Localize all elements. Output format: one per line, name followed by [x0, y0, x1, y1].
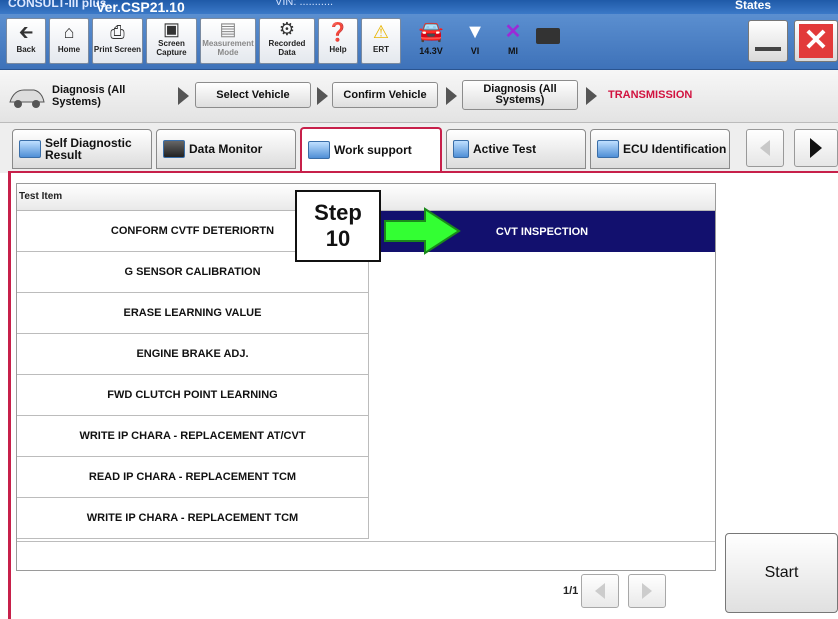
- work-support-icon: [308, 141, 330, 159]
- tab-bar: Self Diagnostic Result Data Monitor Work…: [0, 123, 838, 173]
- chevron-right-icon: [642, 583, 652, 599]
- breadcrumb-diagnosis-all-systems[interactable]: Diagnosis (All Systems): [462, 80, 578, 110]
- home-button[interactable]: ⌂ Home: [49, 18, 89, 64]
- tab-scroll-left-button[interactable]: [746, 129, 784, 167]
- list-item[interactable]: FWD CLUTCH POINT LEARNING: [17, 375, 369, 416]
- help-button[interactable]: ❓ Help: [318, 18, 358, 64]
- tab-self-diagnostic-result[interactable]: Self Diagnostic Result: [12, 129, 152, 169]
- breadcrumb-arrow-icon: [317, 87, 328, 105]
- signal-icon: ▼: [465, 21, 485, 43]
- green-arrow-icon: [384, 207, 461, 255]
- breadcrumb-diagnosis-all[interactable]: Diagnosis (All Systems): [52, 84, 162, 108]
- recorded-data-button[interactable]: ⚙ Recorded Data: [259, 18, 315, 64]
- recorded-data-label: Recorded Data: [268, 39, 306, 57]
- app-version: Ver.CSP21.10: [96, 0, 185, 14]
- page-indicator: 1/1: [563, 585, 579, 597]
- tab-label: Data Monitor: [189, 142, 263, 156]
- table-header-test-item: Test Item: [19, 191, 63, 202]
- car-diagnosis-icon: [9, 89, 45, 108]
- start-button[interactable]: Start: [725, 533, 838, 613]
- minimize-icon: [755, 47, 781, 51]
- back-label: Back: [16, 45, 36, 54]
- step-number: 10: [325, 226, 351, 251]
- car-battery-icon: 🚘: [418, 21, 444, 43]
- measurement-mode-button[interactable]: ▤ Measurement Mode: [200, 18, 256, 64]
- tab-ecu-identification[interactable]: ECU Identification: [590, 129, 730, 169]
- screen-capture-label: Screen Capture: [156, 39, 187, 57]
- vi-status: ▼ VI: [458, 18, 492, 64]
- print-screen-button[interactable]: ⎙ Print Screen: [92, 18, 143, 64]
- title-bar: CONSULT-III plus Ver.CSP21.10 VIN: .....…: [0, 0, 838, 14]
- region-label: States: [735, 0, 772, 12]
- tab-label: Work support: [334, 143, 412, 157]
- chevron-left-icon: [760, 140, 770, 156]
- close-icon: ✕: [799, 24, 833, 58]
- help-label: Help: [329, 45, 347, 54]
- ert-button[interactable]: ⚠ ERT: [361, 18, 401, 64]
- list-item[interactable]: ERASE LEARNING VALUE: [17, 293, 369, 334]
- step-label: Step: [314, 200, 362, 225]
- measurement-mode-label: Measurement Mode: [202, 39, 254, 57]
- breadcrumb-select-vehicle[interactable]: Select Vehicle: [195, 82, 311, 108]
- page-prev-button[interactable]: [581, 574, 619, 608]
- divider: [17, 541, 715, 542]
- close-button[interactable]: ✕: [794, 20, 838, 62]
- vi-label: VI: [470, 46, 480, 56]
- breadcrumb-confirm-vehicle[interactable]: Confirm Vehicle: [332, 82, 438, 108]
- tab-active-test[interactable]: Active Test: [446, 129, 586, 169]
- app-name: CONSULT-III plus: [8, 0, 107, 10]
- list-item[interactable]: WRITE IP CHARA - REPLACEMENT AT/CVT: [17, 416, 369, 457]
- breadcrumb-arrow-icon: [586, 87, 597, 105]
- content-left-border: [8, 173, 11, 619]
- mi-label: MI: [508, 46, 518, 56]
- printer-icon: ⎙: [110, 22, 125, 42]
- print-screen-label: Print Screen: [93, 45, 142, 54]
- screen-capture-button[interactable]: ▣ Screen Capture: [146, 18, 197, 64]
- chevron-right-icon: [810, 138, 822, 158]
- back-arrow-icon: 🡰: [18, 22, 34, 42]
- data-monitor-icon: [163, 140, 185, 158]
- breadcrumb: Diagnosis (All Systems) Select Vehicle C…: [0, 70, 838, 123]
- vehicle-info: VIN: ...........: [275, 0, 334, 8]
- back-button[interactable]: 🡰 Back: [6, 18, 46, 64]
- list-item[interactable]: READ IP CHARA - REPLACEMENT TCM: [17, 457, 369, 498]
- breadcrumb-arrow-icon: [446, 87, 457, 105]
- tab-data-monitor[interactable]: Data Monitor: [156, 129, 296, 169]
- tab-label: ECU Identification: [623, 142, 727, 156]
- breadcrumb-current: TRANSMISSION: [608, 89, 693, 101]
- voltage-label: 14.3V: [419, 46, 443, 56]
- breadcrumb-arrow-icon: [178, 87, 189, 105]
- step-annotation: Step 10: [295, 190, 381, 262]
- tab-underline: [8, 171, 838, 173]
- measurement-icon: ▤: [219, 19, 237, 39]
- mi-status: ✕ MI: [496, 18, 530, 64]
- warning-icon: ⚠: [372, 22, 390, 42]
- help-icon: ❓: [326, 22, 350, 42]
- active-test-icon: [453, 140, 469, 158]
- home-icon: ⌂: [63, 22, 75, 42]
- camera-icon: ▣: [162, 19, 180, 39]
- home-label: Home: [57, 45, 81, 54]
- tab-label: Self Diagnostic Result: [45, 136, 132, 162]
- toolbar: 🡰 Back ⌂ Home ⎙ Print Screen ▣ Screen Ca…: [0, 14, 838, 70]
- tab-label: Active Test: [473, 142, 537, 156]
- recorded-data-icon: ⚙: [278, 19, 296, 39]
- tab-work-support[interactable]: Work support: [300, 127, 442, 171]
- minimize-button[interactable]: [748, 20, 788, 62]
- self-diagnostic-icon: [19, 140, 41, 158]
- ert-label: ERT: [373, 45, 389, 54]
- battery-icon: [536, 28, 560, 44]
- list-item[interactable]: WRITE IP CHARA - REPLACEMENT TCM: [17, 498, 369, 539]
- list-item[interactable]: ENGINE BRAKE ADJ.: [17, 334, 369, 375]
- chevron-left-icon: [595, 583, 605, 599]
- page-next-button[interactable]: [628, 574, 666, 608]
- tab-scroll-right-button[interactable]: [794, 129, 838, 167]
- mi-disconnected-icon: ✕: [504, 21, 522, 43]
- battery-status: 🚘 14.3V: [408, 18, 454, 64]
- ecu-identification-icon: [597, 140, 619, 158]
